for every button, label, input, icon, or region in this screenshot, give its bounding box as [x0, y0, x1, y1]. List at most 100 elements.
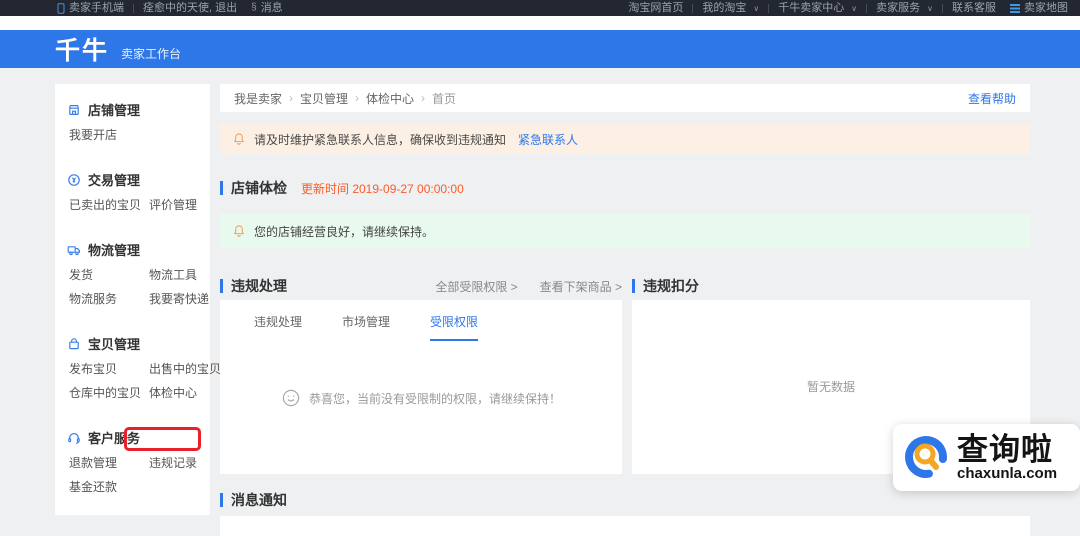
section-accent-bar: [220, 493, 223, 507]
violation-empty-state: 恭喜您，当前没有受限制的权限，请继续保持！: [220, 388, 622, 408]
violation-title: 违规处理: [231, 276, 287, 296]
shop-health-header: 店铺体检 更新时间 2019-09-27 00:00:00: [220, 178, 1030, 198]
breadcrumb-item-management[interactable]: 宝贝管理: [300, 90, 348, 107]
emergency-contact-link[interactable]: 紧急联系人: [518, 131, 578, 148]
sidebar-item-logistics-service[interactable]: 物流服务: [69, 293, 143, 305]
chevron-down-icon: [924, 0, 933, 17]
section-title-items: 宝贝管理: [67, 334, 200, 353]
section-accent-bar: [632, 279, 635, 293]
messages-card: [220, 516, 1030, 536]
nav-seller-map[interactable]: 卖家地图: [1010, 0, 1068, 16]
phone-icon: [57, 3, 65, 14]
coin-icon: [67, 173, 81, 187]
shop-health-title: 店铺体检: [231, 178, 287, 198]
seller-mobile-link[interactable]: 卖家手机端: [57, 0, 124, 16]
points-title: 违规扣分: [643, 276, 699, 296]
sidebar-item-violation-records[interactable]: 违规记录: [149, 457, 200, 469]
sidebar-section-shop: 店铺管理 我要开店: [67, 100, 200, 141]
violation-empty-text: 恭喜您，当前没有受限制的权限，请继续保持！: [309, 390, 561, 407]
breadcrumb: 我是卖家 宝贝管理 体检中心 首页: [234, 90, 456, 107]
emergency-contact-alert: 请及时维护紧急联系人信息，确保收到违规通知 紧急联系人: [220, 124, 1030, 154]
alert-text: 请及时维护紧急联系人信息，确保收到违规通知: [254, 131, 506, 148]
violation-links: 全部受限权限 > 查看下架商品 >: [435, 278, 622, 295]
view-help-link[interactable]: 查看帮助: [968, 90, 1016, 107]
watermark-name: 查询啦: [957, 434, 1053, 465]
qianniu-logo: 千牛: [55, 31, 109, 67]
sidebar-section-customer-service: 客户服务 退款管理 违规记录 基金还款: [67, 428, 200, 493]
truck-icon: [67, 243, 81, 257]
section-accent-bar: [220, 181, 223, 195]
messages-title: 消息通知: [231, 490, 287, 510]
section-accent-bar: [220, 279, 223, 293]
breadcrumb-seller[interactable]: 我是卖家: [234, 90, 282, 107]
all-restricted-permissions-link[interactable]: 全部受限权限 >: [435, 278, 517, 295]
sidebar-item-warehouse-items[interactable]: 仓库中的宝贝: [69, 387, 143, 399]
breadcrumb-health-center[interactable]: 体检中心: [366, 90, 414, 107]
tab-violation-handling[interactable]: 违规处理: [254, 313, 302, 341]
bag-icon: [67, 337, 81, 351]
chevron-down-icon: [750, 0, 759, 17]
watermark-domain: chaxunla.com: [957, 466, 1057, 481]
divider: [866, 4, 867, 13]
sidebar-item-send-express[interactable]: 我要寄快递: [149, 293, 209, 305]
shop-status-text: 您的店铺经营良好，请继续保持。: [254, 223, 434, 240]
violation-panel: 违规处理 全部受限权限 > 查看下架商品 > 违规处理 市场管理 受限权限: [220, 278, 622, 474]
topbar: 卖家手机端 痊愈中的天使, 退出 § 消息 淘宝网首页 我的淘宝 千牛卖家中心 …: [0, 0, 1080, 16]
watermark-text: 查询啦 chaxunla.com: [957, 434, 1057, 481]
section-title-logistics: 物流管理: [67, 240, 200, 259]
tab-market-management[interactable]: 市场管理: [342, 313, 390, 341]
sidebar: 店铺管理 我要开店 交易管理 已卖出的宝贝 评价管理 物流管理 发货 物流工具 …: [55, 84, 210, 515]
messages-link[interactable]: § 消息: [251, 0, 283, 16]
violation-card: 违规处理 市场管理 受限权限 恭喜您，当前没有受限制的权限，请继续保持！: [220, 300, 622, 474]
topbar-gap: [0, 16, 1080, 30]
breadcrumb-home: 首页: [432, 90, 456, 107]
bell-icon: [232, 224, 246, 238]
update-time: 更新时间 2019-09-27 00:00:00: [301, 180, 464, 197]
sidebar-section-logistics: 物流管理 发货 物流工具 物流服务 我要寄快递: [67, 240, 200, 305]
divider: [768, 4, 769, 13]
smiley-icon: [281, 388, 301, 408]
message-icon: §: [251, 0, 257, 16]
divider: [692, 4, 693, 13]
nav-seller-services[interactable]: 卖家服务: [876, 0, 933, 17]
points-panel-header: 违规扣分: [632, 278, 1030, 294]
breadcrumb-bar: 我是卖家 宝贝管理 体检中心 首页 查看帮助: [220, 84, 1030, 112]
sidebar-section-items: 宝贝管理 发布宝贝 出售中的宝贝 仓库中的宝贝 体检中心: [67, 334, 200, 399]
sidebar-item-sold-items[interactable]: 已卖出的宝贝: [69, 199, 143, 211]
bell-icon: [232, 132, 246, 146]
sidebar-item-refund-management[interactable]: 退款管理: [69, 457, 143, 469]
nav-taobao-home[interactable]: 淘宝网首页: [628, 0, 683, 16]
workbench-subtitle: 卖家工作台: [121, 45, 181, 62]
section-title-customer-service: 客户服务: [67, 428, 200, 447]
sidebar-item-open-shop[interactable]: 我要开店: [69, 129, 143, 141]
shop-icon: [67, 103, 81, 117]
chevron-down-icon: [848, 0, 857, 17]
section-title-trade: 交易管理: [67, 170, 200, 189]
sidebar-section-trade: 交易管理 已卖出的宝贝 评价管理: [67, 170, 200, 211]
violation-panel-header: 违规处理 全部受限权限 > 查看下架商品 >: [220, 278, 622, 294]
tab-restricted-permissions[interactable]: 受限权限: [430, 313, 478, 341]
divider: [942, 4, 943, 13]
app-header: 千牛 卖家工作台: [0, 30, 1080, 68]
sidebar-item-publish-item[interactable]: 发布宝贝: [69, 363, 143, 375]
sidebar-item-fund-repayment[interactable]: 基金还款: [69, 481, 143, 493]
breadcrumb-separator: [282, 91, 300, 105]
sidebar-item-on-sale-items[interactable]: 出售中的宝贝: [149, 363, 221, 375]
nav-qianniu-seller-center[interactable]: 千牛卖家中心: [778, 0, 857, 17]
breadcrumb-separator: [414, 91, 432, 105]
user-logout-link[interactable]: 痊愈中的天使, 退出: [143, 0, 237, 16]
sidebar-item-health-center[interactable]: 体检中心: [149, 387, 221, 399]
sidebar-item-logistics-tools[interactable]: 物流工具: [149, 269, 209, 281]
violation-tabs: 违规处理 市场管理 受限权限: [220, 300, 622, 341]
divider: [133, 4, 134, 13]
view-delisted-items-link[interactable]: 查看下架商品 >: [540, 278, 622, 295]
topbar-right: 淘宝网首页 我的淘宝 千牛卖家中心 卖家服务 联系客服 卖家地图: [628, 0, 1068, 17]
sitemap-icon: [1010, 4, 1020, 13]
headset-icon: [67, 431, 81, 445]
nav-my-taobao[interactable]: 我的淘宝: [702, 0, 759, 17]
topbar-left: 卖家手机端 痊愈中的天使, 退出 § 消息: [57, 0, 283, 16]
chaxunla-logo-icon: [901, 432, 953, 484]
sidebar-item-ship[interactable]: 发货: [69, 269, 143, 281]
sidebar-item-review-management[interactable]: 评价管理: [149, 199, 200, 211]
nav-contact-support[interactable]: 联系客服: [952, 0, 996, 16]
